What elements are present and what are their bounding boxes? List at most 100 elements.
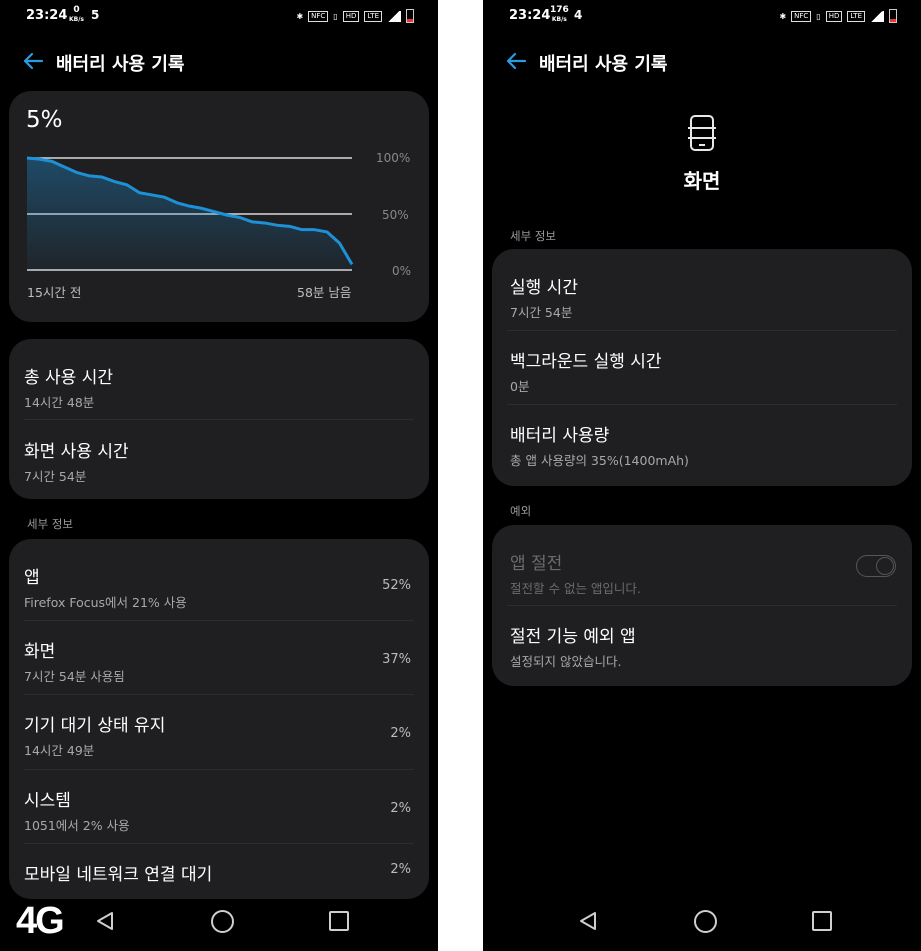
details-section-label: 세부 정보 (27, 517, 73, 531)
bluetooth-icon: ✱ (779, 11, 787, 21)
details-card: 실행 시간 7시간 54분 백그라운드 실행 시간 0분 배터리 사용량 총 앱… (492, 249, 912, 486)
usage-time-card: 총 사용 시간 14시간 48분 화면 사용 시간 7시간 54분 (9, 339, 429, 499)
run-time-row: 실행 시간 7시간 54분 (510, 273, 897, 321)
volte-icon: HD (825, 10, 843, 22)
battery-chart-card: 5% 100% 50% 0% 15시간 전 58분 남음 (9, 91, 429, 322)
divider (24, 769, 414, 770)
navigation-bar (483, 897, 921, 951)
detail-title: 화면 (24, 642, 56, 662)
y-tick-0: 0% (392, 264, 412, 278)
nav-home-icon[interactable] (694, 910, 717, 933)
detail-percent: 2% (390, 862, 411, 877)
detail-title: 앱 (24, 568, 40, 588)
detail-sub: 절전할 수 없는 앱입니다. (510, 581, 641, 596)
detail-title: 모바일 네트워크 연결 대기 (24, 865, 213, 885)
power-saving-exception-row[interactable]: 절전 기능 예외 앱 설정되지 않았습니다. (510, 622, 897, 670)
network-speed: 0 KB/s (69, 6, 84, 24)
detail-title: 실행 시간 (510, 278, 578, 298)
power-saving-toggle[interactable] (856, 555, 896, 577)
notification-count: 5 (91, 8, 100, 22)
phone-screen-icon (688, 115, 716, 151)
background-time-row: 백그라운드 실행 시간 0분 (510, 347, 897, 395)
nav-home-icon[interactable] (211, 910, 234, 933)
signal-icon (870, 10, 884, 22)
total-usage-row[interactable]: 총 사용 시간 14시간 48분 (24, 363, 414, 411)
page-title: 배터리 사용 기록 (539, 54, 668, 75)
divider (24, 694, 414, 695)
network-speed-value: 176 (550, 5, 569, 15)
divider (24, 843, 414, 844)
exceptions-card: 앱 절전 절전할 수 없는 앱입니다. 절전 기능 예외 앱 설정되지 않았습니… (492, 525, 912, 686)
lte-icon: LTE (364, 10, 382, 22)
component-title: 화면 (683, 169, 721, 193)
detail-row-mobile-network[interactable]: 모바일 네트워크 연결 대기 2% (24, 860, 414, 885)
battery-icon (889, 9, 897, 23)
app-power-saving-row: 앱 절전 절전할 수 없는 앱입니다. (510, 549, 897, 597)
divider (507, 404, 897, 405)
total-usage-title: 총 사용 시간 (24, 368, 114, 388)
y-tick-100: 100% (376, 151, 411, 165)
battery-usage-row: 배터리 사용량 총 앱 사용량의 35%(1400mAh) (510, 421, 897, 469)
network-speed-unit: KB/s (69, 16, 84, 23)
detail-percent: 2% (390, 801, 411, 816)
back-arrow-icon[interactable] (505, 50, 527, 72)
status-icons: ✱ NFC ▯ HD LTE (296, 9, 414, 23)
detail-title: 배터리 사용량 (510, 426, 610, 446)
detail-row-standby[interactable]: 기기 대기 상태 유지 14시간 49분 2% (24, 711, 414, 759)
detail-sub: Firefox Focus에서 21% 사용 (24, 595, 187, 610)
detail-sub: 7시간 54분 (510, 305, 573, 320)
screen-usage-row[interactable]: 화면 사용 시간 7시간 54분 (24, 437, 414, 485)
back-arrow-icon[interactable] (22, 50, 44, 72)
exceptions-section-label: 예외 (510, 504, 532, 518)
nav-recents-icon[interactable] (812, 911, 832, 931)
detail-row-screen[interactable]: 화면 7시간 54분 사용됨 37% (24, 637, 414, 685)
network-type-badge: 4G (16, 900, 65, 942)
nav-back-icon[interactable] (578, 911, 598, 931)
signal-icon (387, 10, 401, 22)
y-tick-50: 50% (382, 208, 409, 222)
detail-row-app[interactable]: 앱 Firefox Focus에서 21% 사용 52% (24, 563, 414, 611)
network-speed-unit: KB/s (551, 16, 567, 23)
nav-recents-icon[interactable] (329, 911, 349, 931)
app-bar: 배터리 사용 기록 (483, 44, 921, 80)
screen-usage-title: 화면 사용 시간 (24, 442, 129, 462)
status-time: 23:24 (509, 8, 551, 23)
detail-sub: 0분 (510, 379, 530, 394)
app-bar: 배터리 사용 기록 (0, 44, 438, 80)
x-label-start: 15시간 전 (27, 285, 82, 300)
detail-row-system[interactable]: 시스템 1051에서 2% 사용 2% (24, 786, 414, 834)
vibrate-icon: ▯ (333, 11, 338, 21)
divider (24, 419, 414, 420)
x-label-end: 58분 남음 (297, 285, 352, 300)
divider (507, 330, 897, 331)
navigation-bar: 4G (0, 897, 438, 951)
vibrate-icon: ▯ (816, 11, 821, 21)
bluetooth-icon: ✱ (296, 11, 304, 21)
nav-back-icon[interactable] (95, 911, 115, 931)
detail-title: 시스템 (24, 791, 71, 811)
right-screen: 23:24 176 KB/s 4 ✱ NFC ▯ HD LTE 배터리 사용 기록… (483, 0, 921, 951)
status-bar: 23:24 176 KB/s 4 ✱ NFC ▯ HD LTE (483, 0, 921, 32)
detail-sub: 설정되지 않았습니다. (510, 654, 622, 669)
volte-icon: HD (342, 10, 360, 22)
details-card: 앱 Firefox Focus에서 21% 사용 52% 화면 7시간 54분 … (9, 539, 429, 899)
detail-sub: 14시간 49분 (24, 743, 95, 758)
detail-sub: 7시간 54분 사용됨 (24, 669, 125, 684)
detail-title: 절전 기능 예외 앱 (510, 627, 636, 647)
status-time: 23:24 (26, 8, 68, 23)
detail-title: 앱 절전 (510, 554, 563, 574)
network-speed-value: 0 (73, 5, 80, 15)
nfc-icon: NFC (308, 10, 329, 22)
detail-percent: 2% (390, 726, 411, 741)
notification-count: 4 (574, 8, 583, 22)
screen-usage-value: 7시간 54분 (24, 469, 87, 484)
detail-sub: 1051에서 2% 사용 (24, 818, 130, 833)
status-icons: ✱ NFC ▯ HD LTE (779, 9, 897, 23)
network-speed: 176 KB/s (550, 6, 569, 24)
lte-icon: LTE (847, 10, 865, 22)
total-usage-value: 14시간 48분 (24, 395, 95, 410)
detail-title: 백그라운드 실행 시간 (510, 352, 662, 372)
detail-title: 기기 대기 상태 유지 (24, 716, 166, 736)
divider (507, 605, 897, 606)
status-bar: 23:24 0 KB/s 5 ✱ NFC ▯ HD LTE (0, 0, 438, 32)
